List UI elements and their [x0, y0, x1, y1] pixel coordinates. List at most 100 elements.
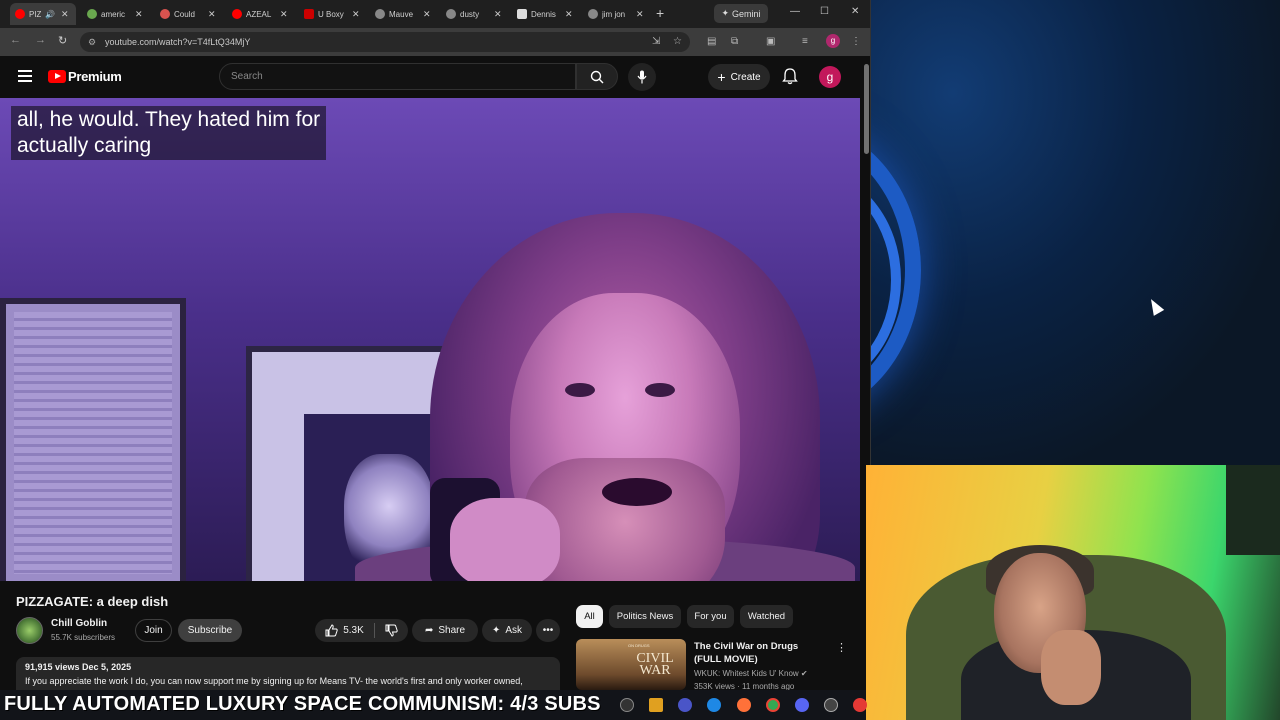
- install-icon[interactable]: ⇲: [652, 36, 660, 47]
- more-horizontal-icon: •••: [542, 625, 554, 636]
- tab-jimjon[interactable]: jim jon ✕: [583, 3, 653, 25]
- close-icon[interactable]: ✕: [352, 9, 360, 20]
- recommended-channel[interactable]: WKUK: Whitest Kids U' Know ✔: [694, 669, 808, 678]
- share-button[interactable]: ➦ Share: [412, 619, 478, 642]
- verified-check-icon: ✔: [800, 669, 808, 678]
- sparkle-icon: ✦: [491, 625, 501, 636]
- split-view-icon[interactable]: ▣: [766, 36, 775, 47]
- chip-watched[interactable]: Watched: [740, 605, 793, 628]
- like-button[interactable]: 5.3K: [325, 624, 364, 637]
- channel-avatar[interactable]: [16, 617, 43, 644]
- mouse-cursor-icon: [1145, 296, 1165, 316]
- reddit-favicon-icon: [160, 9, 170, 19]
- globe-favicon-icon: [375, 9, 385, 19]
- join-button[interactable]: Join: [135, 619, 172, 642]
- address-bar-row: ← → ↻ ⚙ youtube.com/watch?v=T4fLtQ34MjY …: [0, 28, 870, 56]
- new-tab-button[interactable]: +: [656, 5, 664, 21]
- close-icon[interactable]: ✕: [61, 9, 69, 20]
- tray-firefox-icon[interactable]: [737, 698, 751, 712]
- account-avatar[interactable]: g: [819, 66, 841, 88]
- ask-button[interactable]: ✦ Ask: [482, 619, 532, 642]
- tab-uboxy[interactable]: U Boxy ✕: [299, 3, 369, 25]
- tray-chrome-icon[interactable]: [766, 698, 780, 712]
- profile-avatar[interactable]: g: [826, 34, 840, 48]
- video-frame-speaker-mouth: [602, 478, 672, 506]
- video-frame-eye: [645, 383, 675, 397]
- maximize-icon[interactable]: ☐: [820, 6, 829, 17]
- tray-edge-icon[interactable]: [707, 698, 721, 712]
- video-frame-eye: [565, 383, 595, 397]
- subscriber-count: 55.7K subscribers: [51, 633, 116, 642]
- voice-search-button[interactable]: [628, 63, 656, 91]
- thumbnail-subtitle: ON DRUGS: [628, 643, 650, 648]
- search-button[interactable]: [576, 63, 618, 90]
- close-icon[interactable]: ✕: [208, 9, 216, 20]
- stream-ticker: FULLY AUTOMATED LUXURY SPACE COMMUNISM: …: [4, 693, 601, 715]
- gemini-button[interactable]: ✦ Gemini: [714, 4, 768, 23]
- tab-could[interactable]: Could ✕: [155, 3, 225, 25]
- media-controls-icon[interactable]: ≡: [802, 36, 808, 47]
- reading-list-icon[interactable]: ▤: [707, 36, 716, 47]
- video-frame-poster-left: [0, 298, 186, 581]
- window-close-icon[interactable]: ✕: [851, 6, 859, 17]
- tab-youtube-video[interactable]: PIZ 🔊 ✕: [10, 3, 76, 25]
- tab-mauve[interactable]: Mauve ✕: [370, 3, 440, 25]
- chip-for-you[interactable]: For you: [687, 605, 734, 628]
- tab-dennis[interactable]: Dennis ✕: [512, 3, 582, 25]
- minimize-icon[interactable]: —: [790, 6, 800, 17]
- description-box[interactable]: 91,915 views Dec 5, 2025 If you apprecia…: [16, 657, 560, 690]
- reload-icon[interactable]: ↻: [58, 34, 67, 47]
- tab-dusty[interactable]: dusty ✕: [441, 3, 511, 25]
- tray-app-icon[interactable]: [678, 698, 692, 712]
- tray-youtube-icon[interactable]: [853, 698, 867, 712]
- tray-discord-icon[interactable]: [795, 698, 809, 712]
- thumbs-down-icon[interactable]: [385, 624, 398, 637]
- more-actions-button[interactable]: •••: [536, 619, 560, 642]
- tray-4k-icon[interactable]: [620, 698, 634, 712]
- scrollbar-thumb[interactable]: [864, 64, 869, 154]
- video-frame-hand: [450, 498, 560, 581]
- tab-label: PIZ: [29, 9, 41, 19]
- search-icon: [590, 70, 604, 83]
- youtube-premium-logo[interactable]: Premium: [48, 69, 122, 84]
- recommended-title[interactable]: The Civil War on Drugs (FULL MOVIE): [694, 640, 824, 666]
- recommended-thumbnail[interactable]: ON DRUGS CIVIL WAR: [576, 639, 686, 690]
- extensions-icon[interactable]: ⧉: [731, 36, 738, 47]
- tab-americ[interactable]: americ ✕: [82, 3, 152, 25]
- close-icon[interactable]: ✕: [636, 9, 644, 20]
- search-input[interactable]: Search: [219, 63, 576, 90]
- video-player[interactable]: all, he would. They hated him for actual…: [0, 98, 860, 581]
- like-count: 5.3K: [343, 625, 364, 636]
- menu-kebab-icon[interactable]: ⋮: [851, 36, 861, 47]
- close-icon[interactable]: ✕: [135, 9, 143, 20]
- tray-vlc-icon[interactable]: [649, 698, 663, 712]
- tab-label: americ: [101, 9, 126, 19]
- close-icon[interactable]: ✕: [494, 9, 502, 20]
- url-text: youtube.com/watch?v=T4fLtQ34MjY: [105, 37, 251, 47]
- tray-obs-icon[interactable]: [824, 698, 838, 712]
- tab-label: Could: [174, 9, 195, 19]
- channel-name[interactable]: Chill Goblin: [51, 618, 107, 629]
- speaker-icon[interactable]: 🔊: [45, 10, 55, 19]
- notifications-bell-icon[interactable]: [782, 68, 798, 85]
- chip-politics-news[interactable]: Politics News: [609, 605, 681, 628]
- back-icon[interactable]: ←: [10, 34, 21, 46]
- youtube-play-icon: [48, 70, 66, 83]
- create-button[interactable]: + Create: [708, 64, 770, 90]
- forward-icon[interactable]: →: [35, 34, 46, 46]
- site-info-icon[interactable]: ⚙: [88, 37, 96, 48]
- bookmark-star-icon[interactable]: ☆: [673, 36, 682, 47]
- thumbs-up-icon: [325, 624, 338, 637]
- more-vertical-icon[interactable]: ⋮: [836, 641, 847, 654]
- tab-label: Dennis: [531, 9, 556, 19]
- close-icon[interactable]: ✕: [280, 9, 288, 20]
- close-icon[interactable]: ✕: [565, 9, 573, 20]
- subscribe-button[interactable]: Subscribe: [178, 619, 242, 642]
- close-icon[interactable]: ✕: [423, 9, 431, 20]
- hamburger-menu-icon[interactable]: [18, 70, 32, 85]
- url-field[interactable]: ⚙ youtube.com/watch?v=T4fLtQ34MjY ⇲ ☆: [80, 32, 690, 52]
- tab-azeal[interactable]: AZEAL ✕: [227, 3, 297, 25]
- chip-all[interactable]: All: [576, 605, 603, 628]
- browser-window: PIZ 🔊 ✕ americ ✕ Could ✕ AZEAL ✕ U Boxy …: [0, 0, 871, 690]
- desktop-wallpaper: [871, 0, 1280, 465]
